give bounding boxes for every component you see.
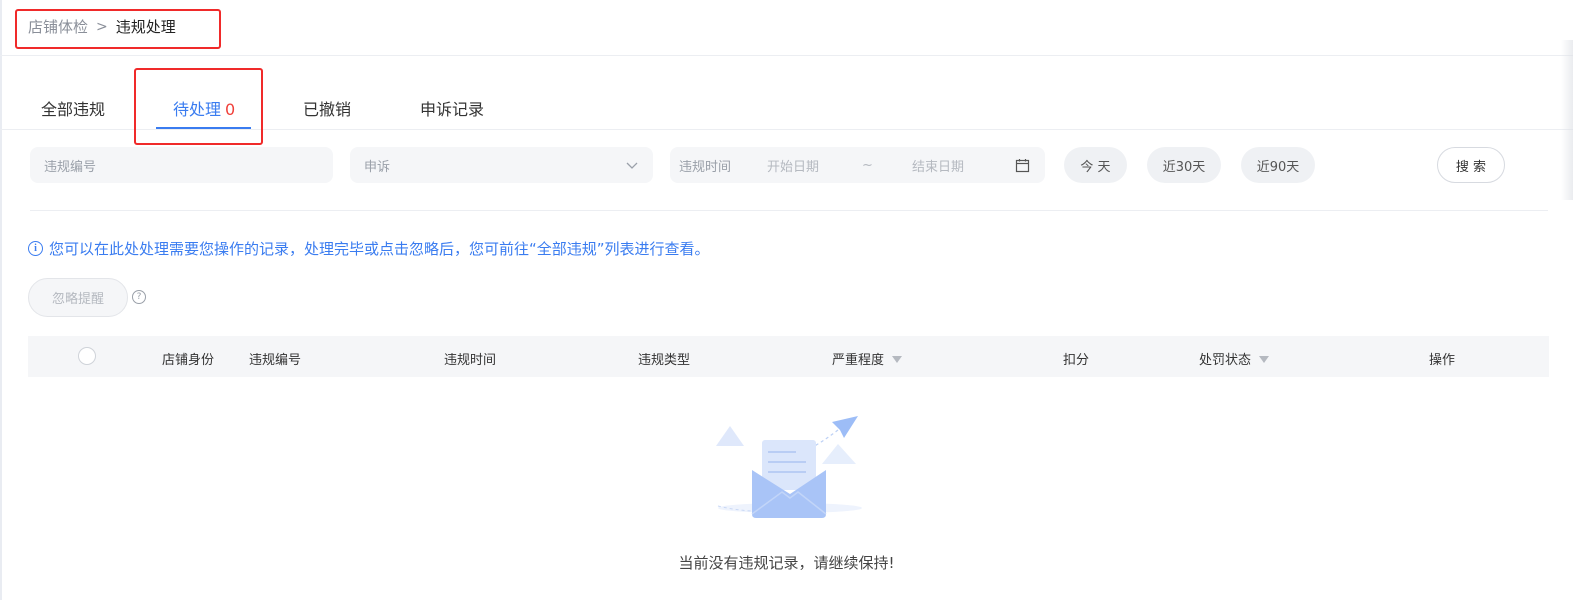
end-date-input[interactable]: 结束日期 [912,156,964,175]
tab-appeal-records[interactable]: 申诉记录 [420,96,484,120]
page-edge-shadow [1561,40,1573,200]
tab-bar: 全部违规 待处理 0 已撤销 申诉记录 [0,56,1573,130]
range-separator: ~ [862,157,873,173]
violation-time-label: 违规时间 [679,159,732,175]
column-violation-type: 违规类型 [638,353,691,368]
table-header: 店铺身份 违规编号 违规时间 违规类型 严重程度 扣分 处罚状态 操作 [28,336,1549,377]
tab-pending-count: 0 [225,100,236,119]
breadcrumb-current: 违规处理 [115,18,176,36]
column-severity-label: 严重程度 [832,353,885,368]
column-penalty-status: 处罚状态 [1199,349,1270,368]
chevron-down-icon [626,162,638,169]
column-store-identity: 店铺身份 [162,353,215,368]
tab-pending-label: 待处理 [173,100,222,119]
last-90-days-button[interactable]: 近90天 [1241,147,1315,183]
select-all-checkbox[interactable] [78,347,96,365]
today-button[interactable]: 今 天 [1064,147,1127,183]
tab-all-violations[interactable]: 全部违规 [41,96,105,120]
notice-text: 您可以在此处处理需要您操作的记录，处理完毕或点击忽略后，您可前往“全部违规”列表… [49,240,710,258]
notice-banner: i 您可以在此处处理需要您操作的记录，处理完毕或点击忽略后，您可前往“全部违规”… [28,238,710,259]
last-30-days-button[interactable]: 近30天 [1147,147,1221,183]
breadcrumb: 店铺体检 > 违规处理 [28,16,176,37]
tab-pending[interactable]: 待处理 0 [173,96,235,120]
tab-revoked[interactable]: 已撤销 [303,96,351,120]
column-severity: 严重程度 [832,349,903,368]
filter-icon[interactable] [892,356,903,363]
active-tab-underline [156,127,251,129]
start-date-input[interactable]: 开始日期 [767,156,819,175]
column-violation-number: 违规编号 [249,353,302,368]
column-violation-time: 违规时间 [444,353,497,368]
filter-icon[interactable] [1259,356,1270,363]
appeal-select-placeholder: 申诉 [364,159,391,175]
appeal-select[interactable]: 申诉 [350,147,653,183]
page-header: 店铺体检 > 违规处理 [0,0,1573,56]
calendar-icon[interactable] [1015,158,1030,173]
ignore-reminder-button[interactable]: 忽略提醒 [28,278,128,317]
empty-state-text: 当前没有违规记录，请继续保持! [678,554,895,572]
empty-mail-illustration [716,416,862,518]
filter-divider [30,210,1548,211]
breadcrumb-separator: > [96,18,108,35]
violation-number-placeholder: 违规编号 [44,159,97,175]
violation-number-input[interactable]: 违规编号 [30,147,333,183]
column-penalty-status-label: 处罚状态 [1199,353,1252,368]
search-button[interactable]: 搜 索 [1437,147,1505,183]
help-icon[interactable]: ? [132,290,146,304]
violation-time-range[interactable]: 违规时间 开始日期 ~ 结束日期 [670,147,1045,183]
breadcrumb-parent[interactable]: 店铺体检 [28,16,88,37]
column-actions: 操作 [1429,353,1456,368]
column-deduction: 扣分 [1063,353,1090,368]
info-icon: i [28,241,43,256]
